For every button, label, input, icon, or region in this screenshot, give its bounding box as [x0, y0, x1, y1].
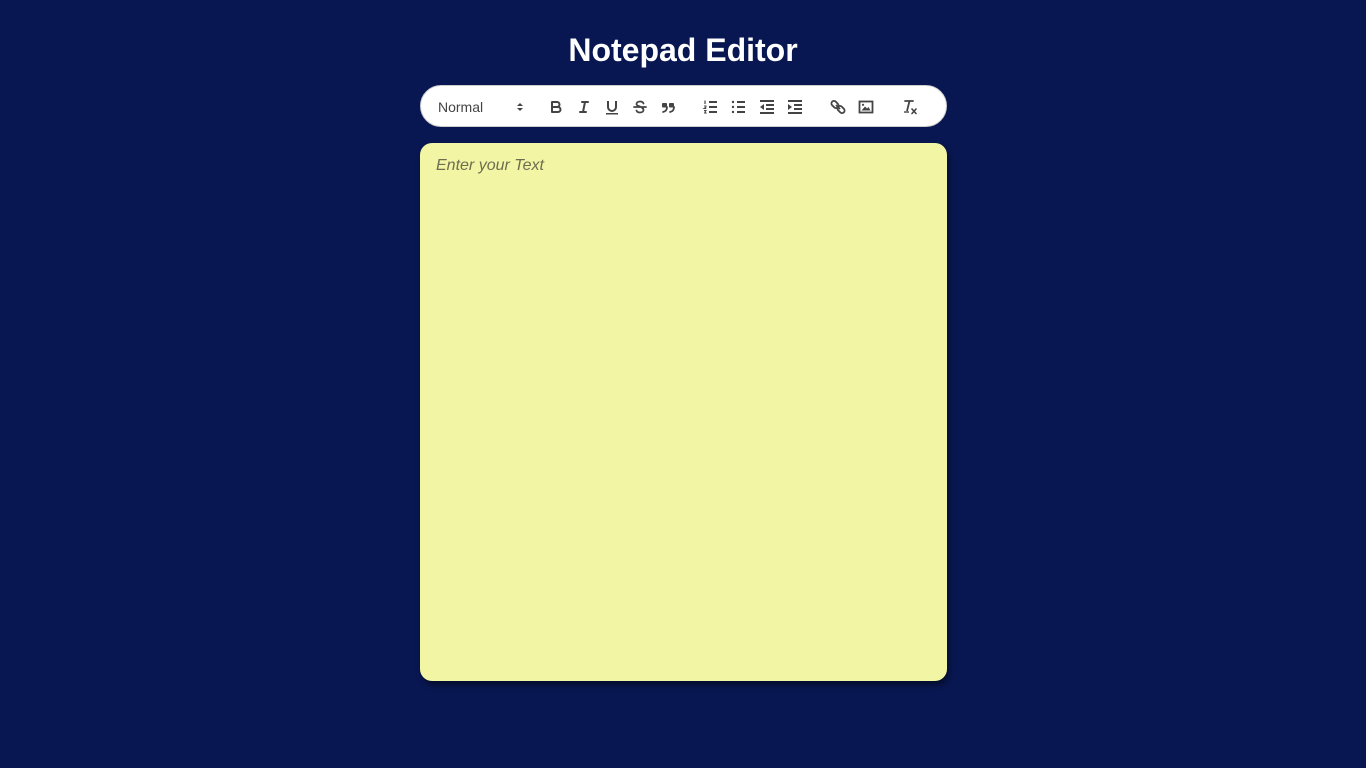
bold-button[interactable]: [544, 95, 568, 119]
ordered-list-icon: [702, 100, 717, 114]
underline-icon: [606, 101, 618, 115]
image-button[interactable]: [854, 95, 878, 119]
ordered-list-button[interactable]: [699, 95, 723, 119]
clear-format-icon: [904, 100, 917, 115]
select-arrows-icon: [517, 103, 523, 111]
italic-icon: [579, 101, 589, 113]
strikethrough-button[interactable]: [628, 95, 652, 119]
heading-select[interactable]: Normal: [437, 96, 525, 118]
note-editor[interactable]: Enter your Text: [420, 143, 947, 681]
bullet-list-button[interactable]: [727, 95, 751, 119]
link-icon: [830, 100, 846, 114]
outdent-button[interactable]: [755, 95, 779, 119]
image-icon: [858, 100, 874, 114]
indent-button[interactable]: [783, 95, 807, 119]
underline-button[interactable]: [600, 95, 624, 119]
clear-format-button[interactable]: [898, 95, 922, 119]
quote-icon: [662, 103, 675, 113]
italic-button[interactable]: [572, 95, 596, 119]
bold-icon: [551, 101, 562, 113]
editor-placeholder: Enter your Text: [436, 157, 544, 174]
page-title: Notepad Editor: [568, 32, 798, 68]
strikethrough-icon: [633, 100, 647, 114]
bullet-list-icon: [731, 100, 745, 114]
link-button[interactable]: [826, 95, 850, 119]
outdent-icon: [760, 100, 774, 114]
formatting-toolbar: Normal: [420, 85, 947, 127]
indent-icon: [788, 100, 802, 114]
heading-select-value: Normal: [438, 99, 484, 115]
blockquote-button[interactable]: [656, 95, 680, 119]
